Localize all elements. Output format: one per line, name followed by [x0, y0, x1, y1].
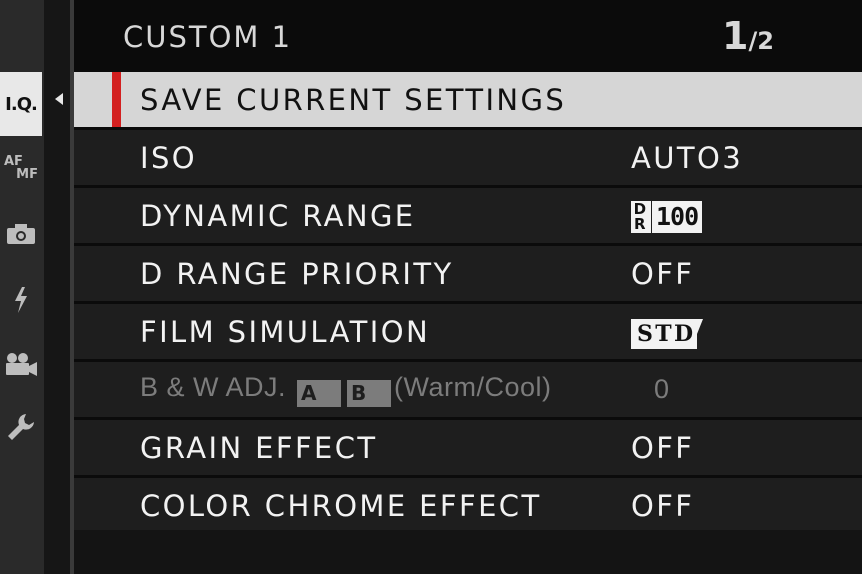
page-title: CUSTOM 1	[123, 20, 293, 54]
tab-flash-setting[interactable]	[0, 278, 42, 322]
menu-footer	[74, 530, 862, 574]
menu-item-film-simulation[interactable]: FILM SIMULATION STD	[74, 304, 862, 359]
page-indicator: 1/2	[722, 14, 774, 58]
page-total: /2	[748, 27, 774, 55]
menu-item-d-range-priority[interactable]: D RANGE PRIORITY OFF	[74, 246, 862, 301]
acros-film-icon: A	[297, 380, 342, 407]
menu-item-value: AUTO3	[631, 140, 744, 175]
dr-icon-value: 100	[652, 200, 703, 233]
menu-header: CUSTOM 1 1/2	[74, 0, 862, 68]
menu-item-value: 0	[654, 374, 670, 404]
menu-item-bw-adj: B & W ADJ. A B (Warm/Cool) 0	[74, 362, 862, 417]
tab-movie-setting[interactable]	[0, 342, 42, 386]
flash-icon	[15, 287, 27, 313]
menu-item-label: SAVE CURRENT SETTINGS	[140, 82, 567, 117]
camera-icon	[7, 224, 35, 244]
menu-item-save-current-settings[interactable]: SAVE CURRENT SETTINGS	[74, 72, 862, 127]
page-current: 1	[722, 14, 749, 58]
menu-item-value: OFF	[631, 488, 695, 523]
selection-marker	[112, 72, 121, 127]
film-simulation-std-icon: STD	[631, 319, 703, 350]
menu-item-label: FILM SIMULATION	[140, 314, 431, 349]
tab-af-mf[interactable]: AF MF	[0, 144, 42, 192]
menu-item-label: GRAIN EFFECT	[140, 430, 378, 465]
bw-adj-label-prefix: B & W ADJ.	[140, 372, 287, 402]
dynamic-range-100-icon: D R 100	[631, 200, 703, 234]
menu-item-value: OFF	[631, 256, 695, 291]
menu-item-label: DYNAMIC RANGE	[140, 198, 416, 233]
dr-icon-bottom-letter: R	[634, 214, 648, 233]
active-tab-arrow-icon	[55, 93, 63, 105]
monochrome-film-icon: B	[347, 380, 392, 407]
menu-item-color-chrome-effect[interactable]: COLOR CHROME EFFECT OFF	[74, 478, 862, 533]
menu-item-label: B & W ADJ. A B (Warm/Cool)	[140, 372, 552, 407]
menu-item-grain-effect[interactable]: GRAIN EFFECT OFF	[74, 420, 862, 475]
menu-item-iso[interactable]: ISO AUTO3	[74, 130, 862, 185]
tab-image-quality-label: I.Q.	[5, 93, 38, 115]
menu-item-label: ISO	[140, 140, 197, 175]
tab-image-quality[interactable]: I.Q.	[0, 72, 42, 136]
menu-item-value: OFF	[631, 430, 695, 465]
wrench-icon	[8, 414, 34, 440]
menu-item-dynamic-range[interactable]: DYNAMIC RANGE D R 100	[74, 188, 862, 243]
tab-set-up[interactable]	[0, 402, 42, 452]
menu-item-label: COLOR CHROME EFFECT	[140, 488, 542, 523]
menu-item-value: STD	[631, 314, 703, 350]
menu-item-value: D R 100	[631, 198, 703, 234]
tab-mf-label: MF	[16, 167, 38, 182]
tab-divider	[44, 0, 72, 574]
menu-item-label: D RANGE PRIORITY	[140, 256, 454, 291]
menu-list: SAVE CURRENT SETTINGS ISO AUTO3 DYNAMIC …	[74, 72, 862, 536]
menu-tab-strip: I.Q. AF MF	[0, 0, 44, 574]
movie-camera-icon	[6, 353, 37, 376]
tab-shooting-setting[interactable]	[0, 212, 42, 256]
bw-adj-label-suffix: (Warm/Cool)	[394, 372, 552, 402]
